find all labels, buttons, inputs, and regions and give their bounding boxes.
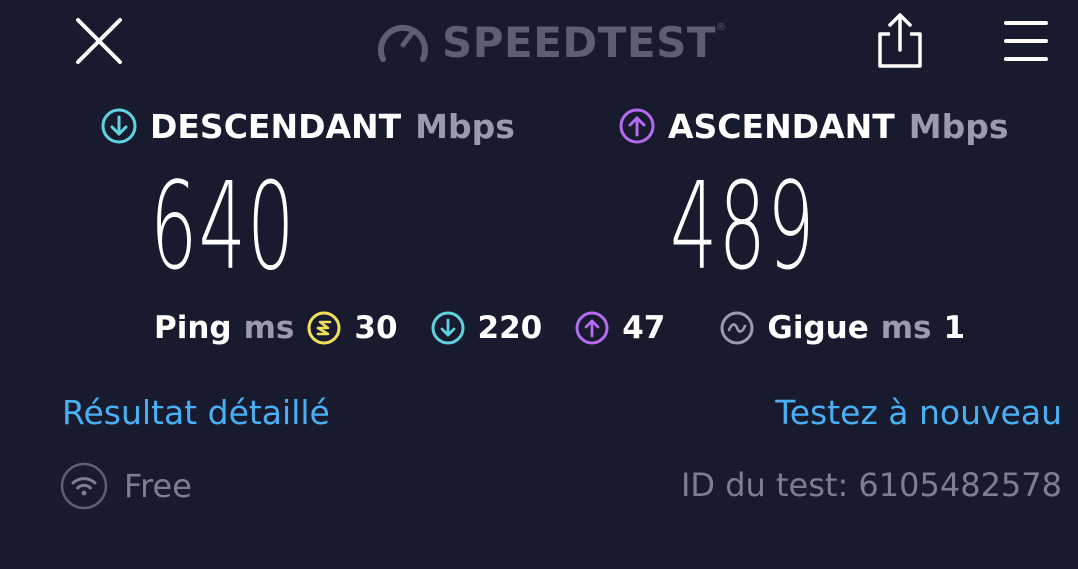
- upload-arrow-icon: [619, 108, 655, 144]
- detailed-result-link[interactable]: Résultat détaillé: [62, 393, 330, 432]
- download-arrow-icon: [101, 108, 137, 144]
- ping-upload-value: 47: [622, 310, 666, 346]
- wifi-icon: [60, 462, 108, 510]
- menu-button[interactable]: [1000, 16, 1052, 66]
- upload-unit: Mbps: [908, 106, 1009, 146]
- share-button[interactable]: [872, 10, 928, 72]
- idle-latency-icon: [307, 311, 341, 345]
- logo-text: SPEEDTEST: [442, 17, 717, 67]
- jitter-value: 1: [943, 310, 966, 346]
- upload-header: ASCENDANT Mbps: [618, 104, 1008, 148]
- upload-speed-value: 489: [670, 158, 816, 297]
- download-unit: Mbps: [415, 106, 515, 146]
- speedtest-logo: SPEEDTEST ®: [376, 14, 726, 70]
- jitter-label: Gigue: [767, 310, 869, 346]
- download-speed-value: 640: [150, 158, 296, 297]
- close-button[interactable]: [72, 14, 126, 68]
- close-icon: [76, 18, 122, 64]
- share-icon: [878, 13, 922, 68]
- logo-trademark: ®: [716, 22, 727, 33]
- isp-name: Free: [124, 467, 192, 505]
- speedtest-result-screen: SPEEDTEST ® DESCENDANT Mbps ASCENDANT Mb…: [0, 0, 1078, 569]
- ping-unit: ms: [243, 310, 295, 346]
- download-header: DESCENDANT Mbps: [100, 104, 515, 148]
- upload-label: ASCENDANT: [668, 106, 895, 146]
- jitter-icon: [720, 311, 754, 345]
- menu-icon: [1004, 21, 1048, 61]
- test-again-link[interactable]: Testez à nouveau: [775, 393, 1062, 432]
- test-id: ID du test: 6105482578: [680, 466, 1062, 504]
- ping-download-value: 220: [477, 310, 543, 346]
- ping-idle-value: 30: [354, 310, 398, 346]
- isp-info: Free: [60, 461, 192, 511]
- download-latency-icon: [431, 311, 465, 345]
- upload-latency-icon: [575, 311, 609, 345]
- jitter-unit: ms: [880, 310, 932, 346]
- latency-row: Ping ms 30 220 47 Gigue ms 1: [154, 306, 965, 350]
- ping-label: Ping: [154, 310, 232, 346]
- speedometer-icon: [378, 24, 428, 62]
- download-label: DESCENDANT: [150, 106, 402, 146]
